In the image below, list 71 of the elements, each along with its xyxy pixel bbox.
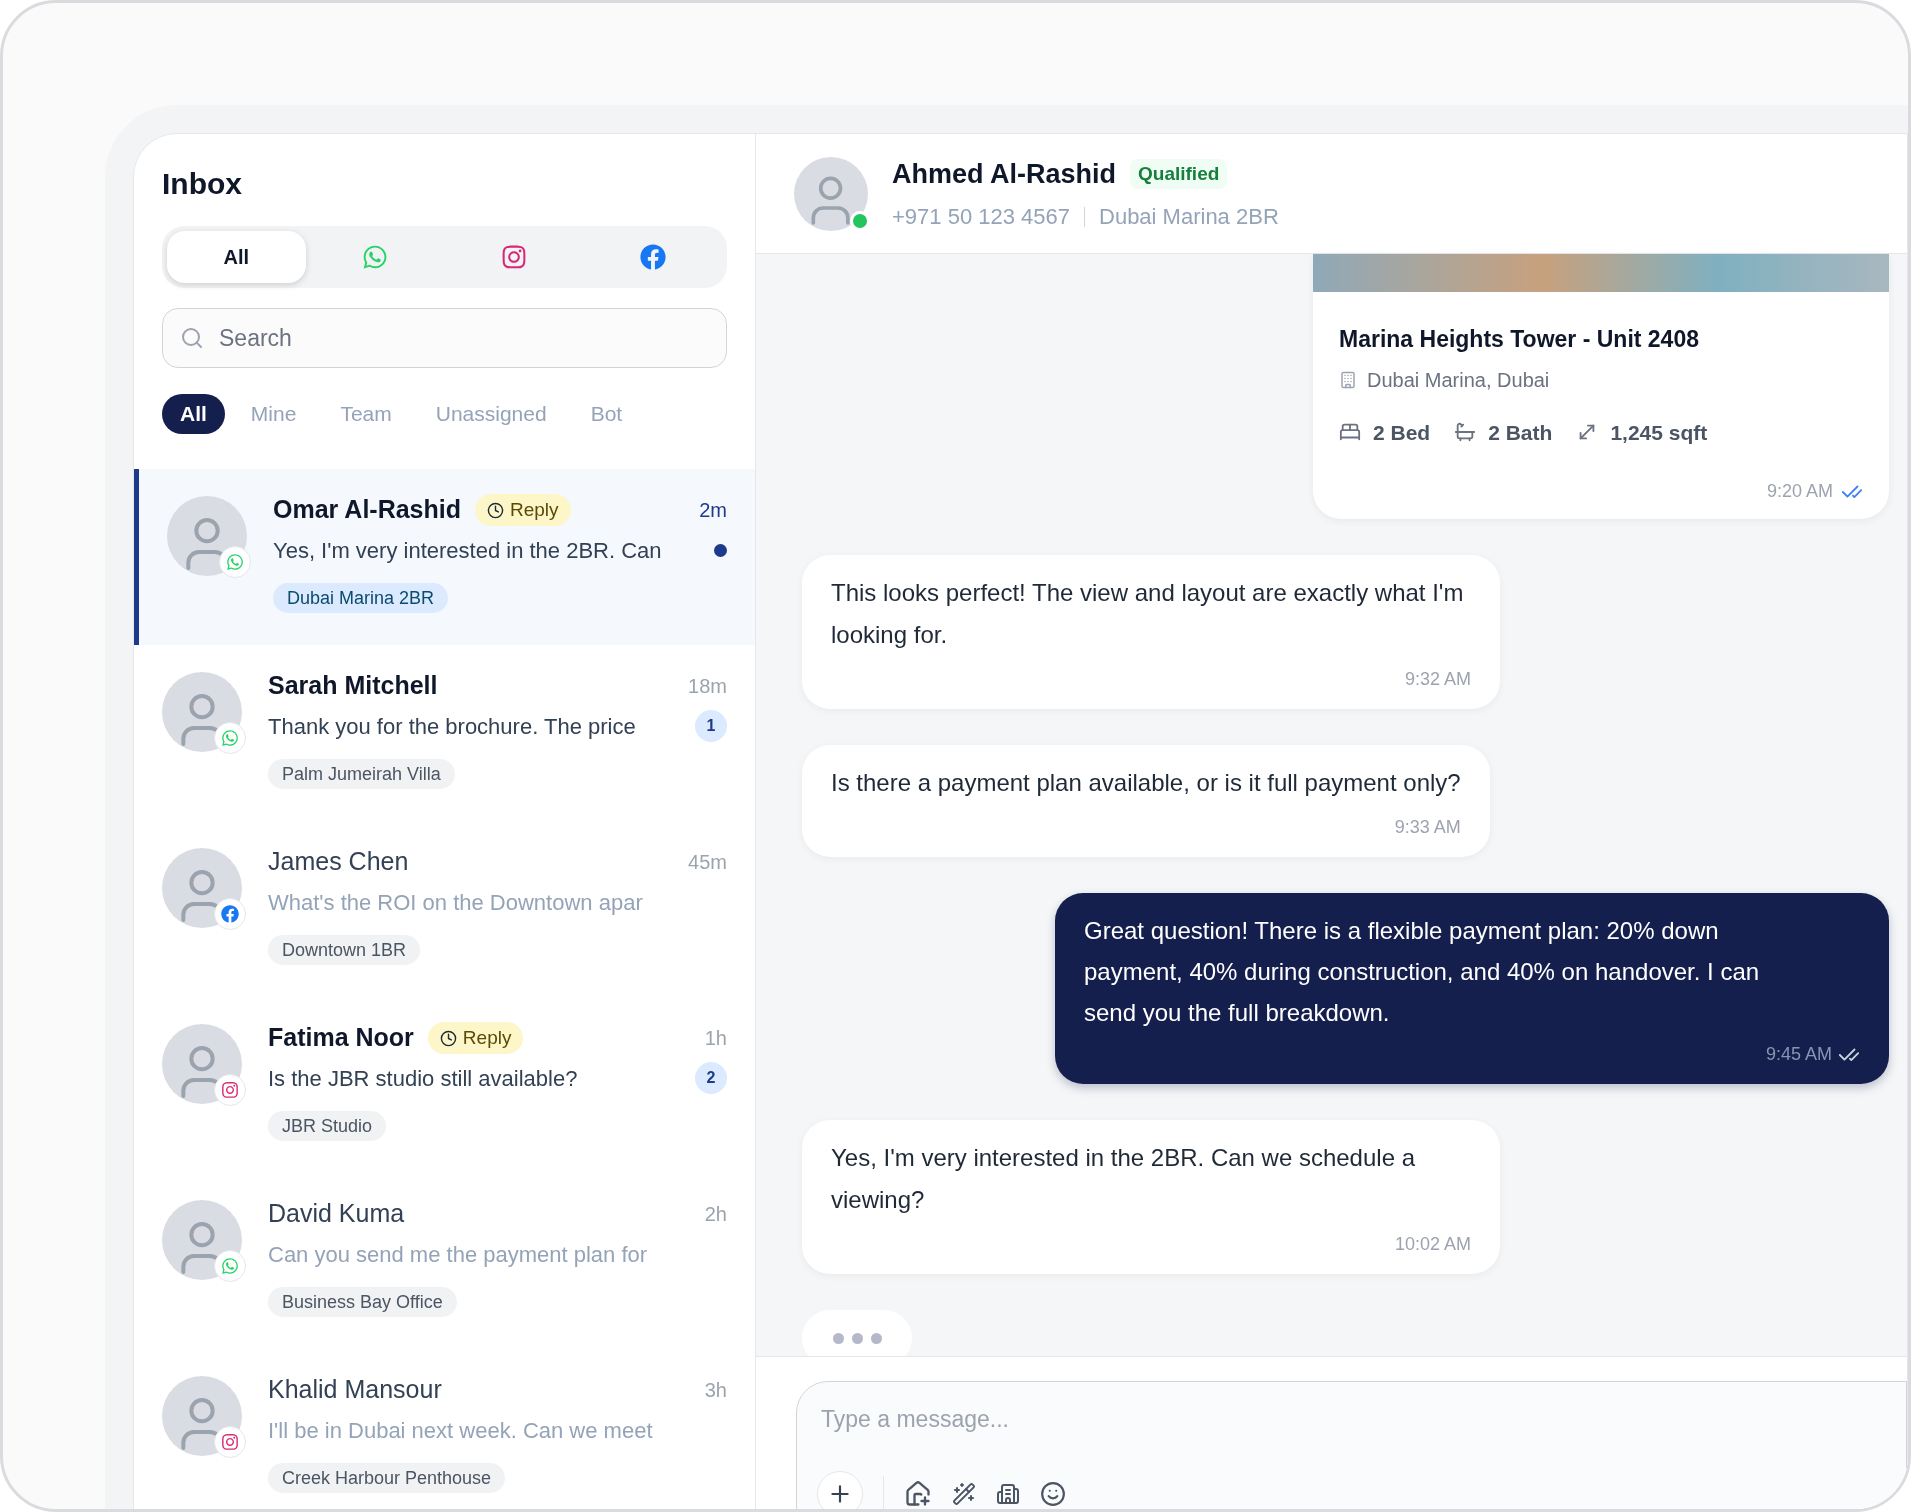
time-label: 2h [704,1202,727,1227]
property-tag: Dubai Marina 2BR [273,583,449,613]
contact-name: Ahmed Al-Rashid [892,157,1116,191]
facebook-icon [221,905,239,923]
time-label: 45m [688,850,727,875]
smile-icon[interactable] [1040,1480,1066,1507]
message-time: 9:32 AM [1403,668,1471,691]
whatsapp-icon [221,729,239,747]
contact-name: James Chen [268,846,409,878]
all-channel-tab[interactable]: All [167,231,306,283]
contact-name: Fatima Noor [268,1022,414,1054]
reply-badge: Reply [475,494,571,526]
message-preview: Can you send me the payment plan for [268,1240,648,1269]
baths-label: 2 Bath [1488,419,1553,446]
message-preview: Thank you for the brochure. The price [268,712,636,741]
property-card[interactable]: Marina Heights Tower - Unit 2408 Dubai Marina, Dubai 2 Bed 2 Bath 1,245 sqft 9:20 AM [1313,254,1889,519]
whatsapp-icon [221,1257,239,1275]
message-text: Great question! There is a flexible payment plan: 20% down payment, 40% during construction, and 40% on handover. I can send you the full breakdown. [1084,916,1761,1028]
phone-number: +971 50 123 4567 [892,203,1070,232]
property-title: Marina Heights Tower - Unit 2408 [1339,325,1700,354]
message-preview: I'll be in Dubai next week. Can we meet [268,1416,653,1445]
time-label: 18m [688,674,727,699]
search-icon [180,326,204,350]
clock-icon [487,501,504,519]
instagram-icon [221,1433,239,1451]
unread-count: 2 [695,1062,727,1094]
time-label: 3h [704,1378,727,1403]
message-time: 9:45 AM [1765,1043,1832,1066]
message-time: 10:02 AM [1393,1233,1471,1256]
property-tag: Creek Harbour Penthouse [268,1463,506,1493]
message-text: Is there a payment plan available, or is it full payment only? [831,768,1461,798]
property-tag: Palm Jumeirah Villa [268,759,455,789]
conversation-item[interactable]: Omar Al-Rashid Reply 2m Yes, I'm very interested in the 2BR. Can Dubai Marina 2BR [134,469,755,645]
filter-tab[interactable]: All [162,394,225,434]
message-preview: Yes, I'm very interested in the 2BR. Can [273,536,662,565]
instagram-icon [500,244,527,270]
wand-icon[interactable] [952,1481,976,1506]
facebook-icon [639,244,666,270]
contact-name: Omar Al-Rashid [273,494,461,526]
whatsapp-icon [226,553,244,571]
property-tag: Business Bay Office [268,1287,457,1317]
property-tag: JBR Studio [268,1111,387,1141]
inbox-title: Inbox [162,166,243,202]
property-location: Dubai Marina, Dubai [1367,367,1550,393]
house-plus-icon[interactable] [904,1479,932,1508]
contact-name: Sarah Mitchell [268,670,438,702]
whatsapp-icon [362,244,389,270]
message-preview: What's the ROI on the Downtown apar [268,888,643,917]
building-icon [1339,370,1357,389]
bath-icon [1454,421,1477,444]
instagram-icon [221,1081,239,1099]
message-text: This looks perfect! The view and layout are exactly what I'm looking for. [831,578,1465,650]
contact-name: David Kuma [268,1198,405,1230]
beds-label: 2 Bed [1373,419,1431,446]
building-icon[interactable] [996,1481,1020,1506]
message-time: 9:33 AM [1393,816,1461,839]
status-badge: Qualified [1130,159,1228,189]
clock-icon [439,1029,457,1047]
time-label: 2m [699,498,727,523]
unread-count: 1 [695,710,727,742]
contact-name: Khalid Mansour [268,1374,442,1406]
message-text: Yes, I'm very interested in the 2BR. Can we schedule a viewing? [831,1143,1416,1215]
search-field[interactable]: Search [162,308,727,368]
reply-badge: Reply [427,1022,524,1054]
message-time: 9:20 AM [1766,480,1833,503]
property-name: Dubai Marina 2BR [1099,203,1279,232]
message-preview: Is the JBR studio still available? [268,1064,578,1093]
property-tag: Downtown 1BR [268,935,421,965]
area-label: 1,245 sqft [1610,419,1708,446]
time-label: 1h [704,1026,727,1051]
add-button[interactable] [817,1470,863,1509]
